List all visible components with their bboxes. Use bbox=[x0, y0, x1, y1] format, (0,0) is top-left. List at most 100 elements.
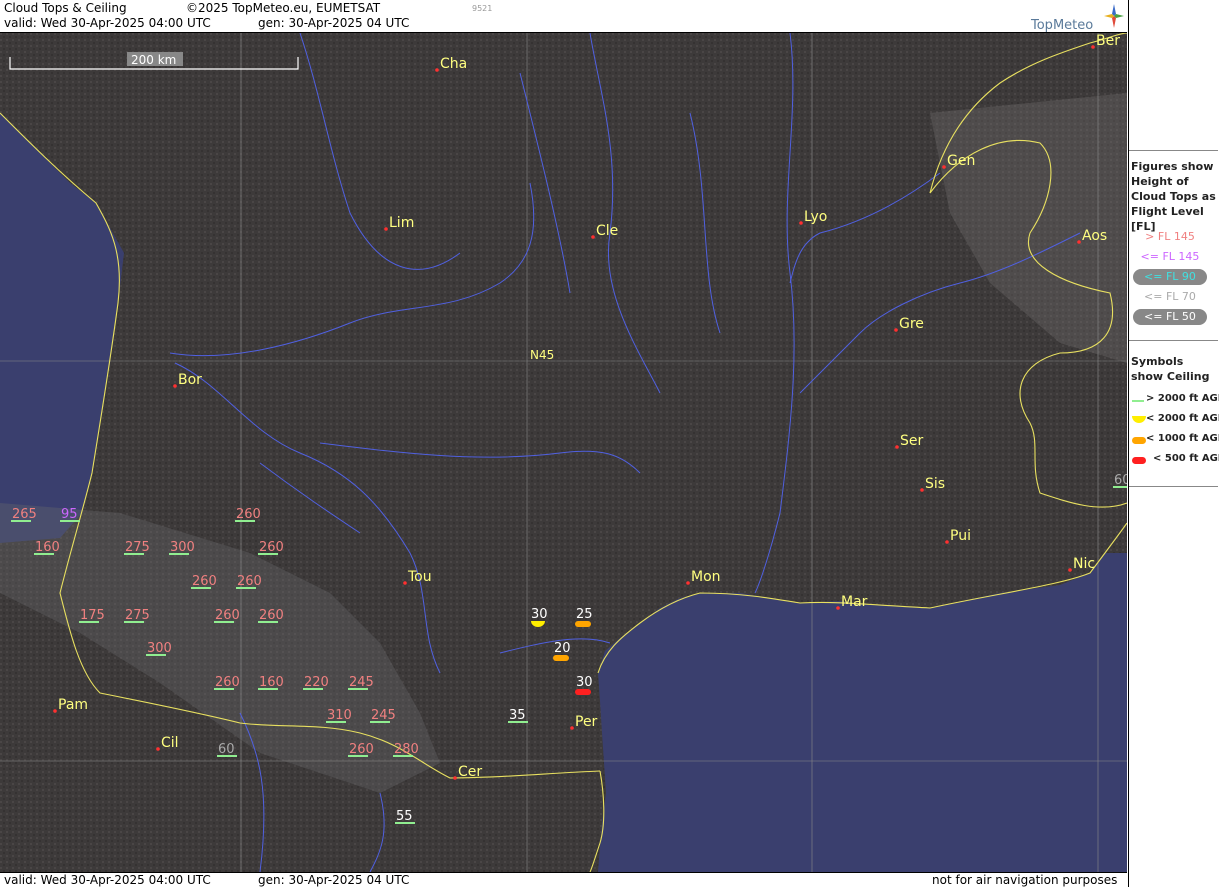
cloud-top-value: 280 bbox=[394, 742, 419, 757]
ceiling-symbol bbox=[553, 655, 569, 661]
city-marker bbox=[895, 445, 899, 449]
city-label-aos: Aos bbox=[1082, 228, 1107, 244]
legend-ceiling-label: < 2000 ft AGL bbox=[1146, 413, 1219, 424]
city-label-per: Per bbox=[575, 714, 598, 730]
valid-time: valid: Wed 30-Apr-2025 04:00 UTC bbox=[4, 16, 211, 30]
satellite-map[interactable]: 200 km N45 Cha Ber Gen Lim Cle Lyo Aos Gre Bor Se… bbox=[0, 33, 1127, 872]
latitude-label: N45 bbox=[530, 348, 554, 362]
city-label-cha: Cha bbox=[440, 56, 467, 72]
cloud-top-value: 260 bbox=[236, 507, 261, 522]
city-label-ser: Ser bbox=[900, 433, 924, 449]
city-label-gre: Gre bbox=[899, 316, 924, 332]
city-marker bbox=[53, 709, 57, 713]
city-marker bbox=[894, 328, 898, 332]
city-label-bor: Bor bbox=[178, 372, 202, 388]
city-marker bbox=[591, 235, 595, 239]
ceiling-symbol bbox=[575, 621, 591, 627]
city-label-sis: Sis bbox=[925, 476, 945, 492]
city-marker bbox=[453, 776, 457, 780]
cloud-top-value: 300 bbox=[170, 540, 195, 555]
cloud-top-value: 310 bbox=[327, 708, 352, 723]
legend-fl-item: <= FL 145 bbox=[1140, 250, 1200, 263]
city-marker bbox=[799, 221, 803, 225]
city-label-pui: Pui bbox=[950, 528, 971, 544]
cloud-top-value: 30 bbox=[531, 607, 548, 622]
cloud-top-value: 260 bbox=[259, 540, 284, 555]
cloud-top-value: 25 bbox=[576, 607, 593, 622]
copyright: ©2025 TopMeteo.eu, EUMETSAT bbox=[186, 1, 381, 15]
map-code: 9521 bbox=[472, 4, 493, 13]
legend-panel: Figures show Height of Cloud Tops as Fli… bbox=[1128, 0, 1219, 887]
city-marker bbox=[1077, 240, 1081, 244]
cloud-top-value: 60 bbox=[218, 742, 235, 757]
legend-figures-title: Figures show Height of Cloud Tops as Fli… bbox=[1131, 160, 1216, 233]
legend-ceiling-label: > 2000 ft AGL bbox=[1146, 393, 1219, 404]
city-marker bbox=[945, 540, 949, 544]
map-header: Cloud Tops & Ceiling ©2025 TopMeteo.eu, … bbox=[0, 0, 1127, 33]
city-label-tou: Tou bbox=[407, 569, 432, 585]
cloud-top-value: 260 bbox=[349, 742, 374, 757]
cloud-top-value: 20 bbox=[554, 641, 571, 656]
ceiling-symbol bbox=[575, 689, 591, 695]
legend-fl-item: <= FL 50 bbox=[1133, 309, 1207, 325]
city-label-ber: Ber bbox=[1096, 33, 1120, 49]
cloud-top-value: 245 bbox=[371, 708, 396, 723]
city-marker bbox=[686, 581, 690, 585]
cloud-top-value: 300 bbox=[147, 641, 172, 656]
city-label-pam: Pam bbox=[58, 697, 88, 713]
city-label-cle: Cle bbox=[596, 223, 618, 239]
legend-symbols-title: Symbols show Ceiling bbox=[1131, 355, 1210, 383]
city-label-lyo: Lyo bbox=[804, 209, 827, 225]
cloud-top-value: 55 bbox=[396, 809, 413, 824]
topmeteo-logo: TopMeteo bbox=[1027, 2, 1125, 33]
gen-time: gen: 30-Apr-2025 04 UTC bbox=[258, 16, 410, 30]
legend-ceiling-symbol bbox=[1132, 437, 1146, 444]
cloud-top-value: 265 bbox=[12, 507, 37, 522]
cloud-top-value: 220 bbox=[304, 675, 329, 690]
cloud-top-value: 160 bbox=[35, 540, 60, 555]
city-label-gen: Gen bbox=[947, 153, 975, 169]
map-footer: valid: Wed 30-Apr-2025 04:00 UTC gen: 30… bbox=[0, 872, 1127, 888]
cloud-top-value: 175 bbox=[80, 608, 105, 623]
cloud-top-value: 35 bbox=[509, 708, 526, 723]
cloud-top-value: 275 bbox=[125, 540, 150, 555]
city-label-cil: Cil bbox=[161, 735, 179, 751]
city-marker bbox=[1068, 568, 1072, 572]
cloud-top-value: 260 bbox=[215, 608, 240, 623]
footer-valid-time: valid: Wed 30-Apr-2025 04:00 UTC bbox=[4, 873, 211, 887]
footer-gen-time: gen: 30-Apr-2025 04 UTC bbox=[258, 873, 410, 887]
city-label-nic: Nic bbox=[1073, 556, 1095, 572]
cloud-top-value: 60 bbox=[1114, 473, 1127, 488]
city-marker bbox=[173, 384, 177, 388]
legend-fl-item: <= FL 90 bbox=[1133, 269, 1207, 285]
legend-ceiling-symbol bbox=[1132, 400, 1144, 402]
cloud-top-value: 260 bbox=[237, 574, 262, 589]
city-marker bbox=[942, 165, 946, 169]
cloud-top-value: 245 bbox=[349, 675, 374, 690]
disclaimer: not for air navigation purposes bbox=[932, 873, 1118, 887]
cloud-top-value: 30 bbox=[576, 675, 593, 690]
cloud-top-value: 95 bbox=[61, 507, 78, 522]
city-marker bbox=[570, 726, 574, 730]
cloud-top-value: 260 bbox=[215, 675, 240, 690]
city-label-mon: Mon bbox=[691, 569, 721, 585]
legend-ceiling-label: < 1000 ft AGL bbox=[1146, 433, 1219, 444]
city-label-cer: Cer bbox=[458, 764, 482, 780]
legend-fl-item: <= FL 70 bbox=[1144, 290, 1196, 303]
cloud-top-value: 260 bbox=[192, 574, 217, 589]
compass-icon bbox=[1104, 4, 1124, 28]
legend-ceiling-symbol bbox=[1132, 416, 1146, 423]
city-marker bbox=[156, 747, 160, 751]
city-marker bbox=[403, 581, 407, 585]
legend-ceiling-symbol bbox=[1132, 457, 1146, 464]
cloud-top-value: 275 bbox=[125, 608, 150, 623]
cloud-top-value: 160 bbox=[259, 675, 284, 690]
city-marker bbox=[435, 68, 439, 72]
legend-fl-item: > FL 145 bbox=[1145, 230, 1195, 243]
city-label-lim: Lim bbox=[389, 215, 414, 231]
city-label-mar: Mar bbox=[841, 594, 868, 610]
cloud-top-value: 260 bbox=[259, 608, 284, 623]
city-marker bbox=[836, 606, 840, 610]
svg-text:200 km: 200 km bbox=[131, 53, 176, 67]
legend-ceiling-label: < 500 ft AGL bbox=[1153, 453, 1219, 464]
